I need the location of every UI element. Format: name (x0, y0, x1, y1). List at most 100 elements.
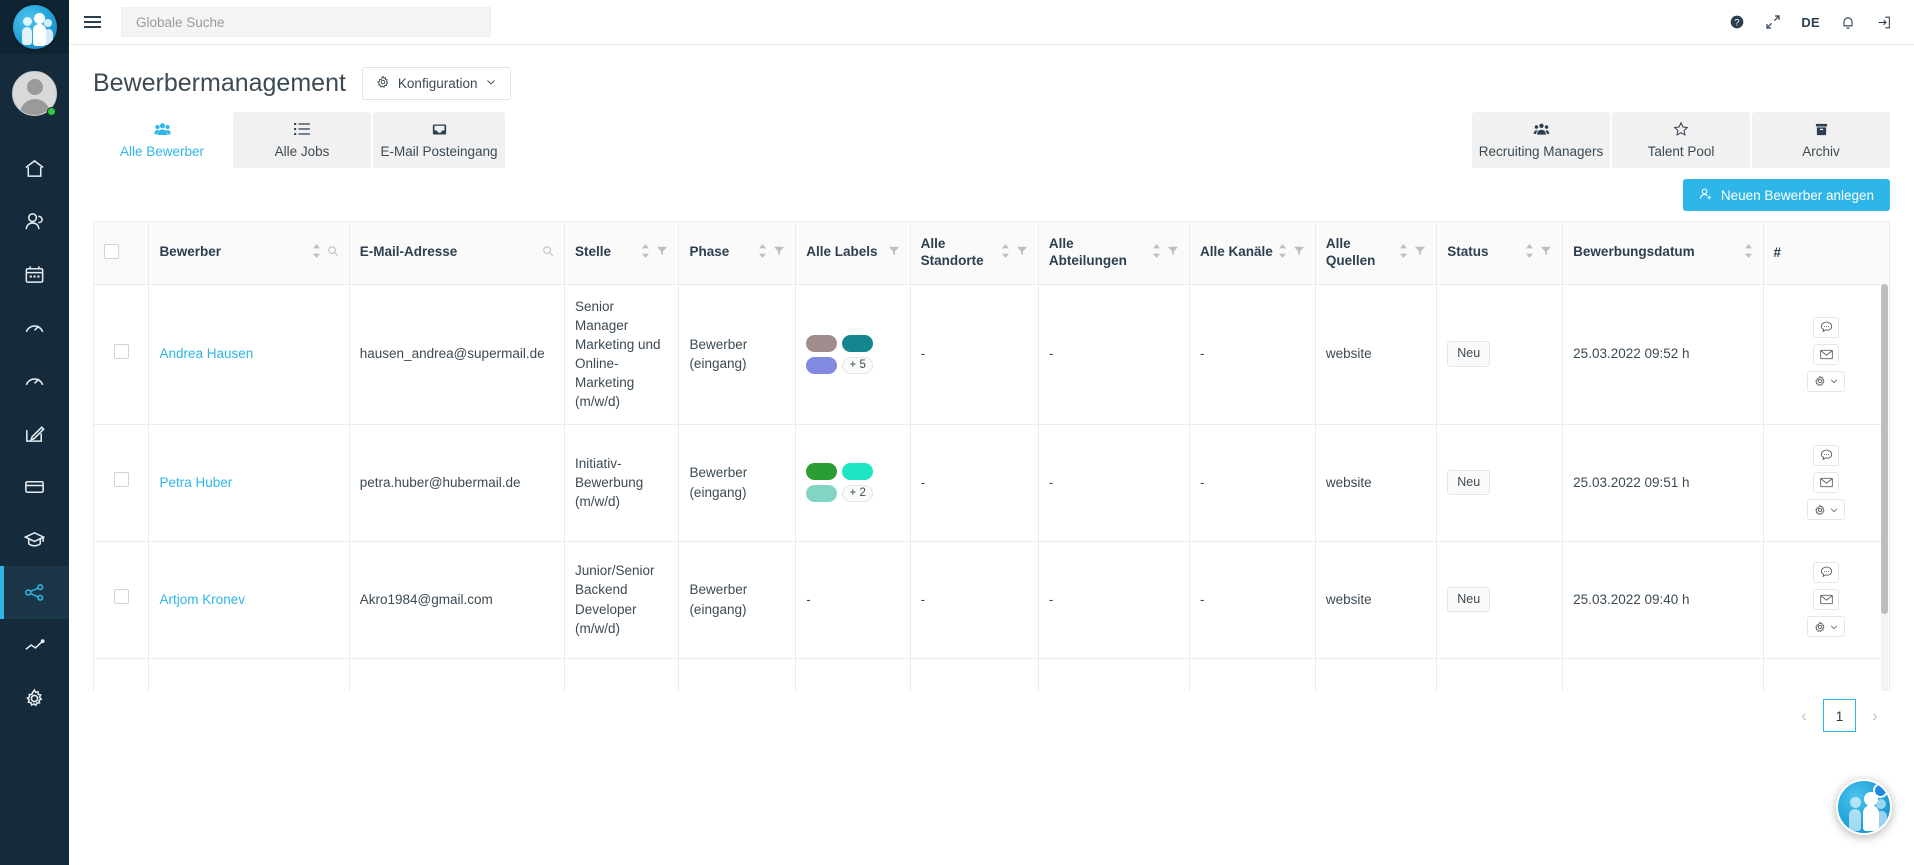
applicant-link[interactable]: Artjom Kronev (159, 592, 245, 607)
th-bewerbungsdatum: Bewerbungsdatum (1562, 222, 1764, 285)
cell-labels: + 2 (795, 424, 911, 542)
envelope-icon[interactable] (1813, 343, 1840, 365)
filter-icon[interactable] (888, 245, 900, 260)
th-label: Bewerber (159, 244, 221, 260)
pagination-next[interactable]: › (1860, 701, 1890, 731)
sidebar-item-calendar[interactable] (0, 248, 69, 301)
tab-alle-jobs[interactable]: Alle Jobs (233, 112, 371, 168)
pagination-page-1[interactable]: 1 (1823, 699, 1856, 732)
th-quellen: Alle Quellen (1315, 222, 1438, 285)
cell-actions (1763, 658, 1889, 691)
help-circle-icon[interactable]: ? (1729, 14, 1745, 30)
configuration-button[interactable]: Konfiguration (361, 67, 512, 100)
group-icon (1533, 122, 1550, 137)
row-checkbox[interactable] (113, 472, 129, 488)
cell-actions (1763, 284, 1889, 425)
cell-location: - (910, 658, 1039, 691)
sidebar-item-billing[interactable] (0, 460, 69, 513)
settings-dropdown-button[interactable] (1807, 370, 1846, 392)
label-more[interactable]: + 2 (842, 485, 874, 502)
sort-icon[interactable] (312, 244, 321, 261)
sidebar-item-dashboard[interactable] (0, 301, 69, 354)
table-row[interactable]: Artjom Kronev Akro1984@gmail.com Junior/… (94, 541, 1889, 659)
tab-archiv[interactable]: Archiv (1752, 112, 1890, 168)
filter-icon[interactable] (773, 245, 785, 260)
hamburger-icon[interactable] (79, 9, 105, 35)
settings-dropdown-button[interactable] (1807, 499, 1846, 520)
sort-icon[interactable] (1278, 244, 1287, 261)
sidebar-item-reports[interactable] (0, 619, 69, 672)
pagination: ‹ 1 › (69, 691, 1914, 732)
top-bar: ? DE (69, 0, 1914, 45)
sidebar-item-users[interactable] (0, 195, 69, 248)
search-icon[interactable] (327, 245, 339, 260)
cell-channel: - (1189, 424, 1316, 542)
filter-icon[interactable] (1414, 245, 1426, 260)
tab-label: Talent Pool (1647, 143, 1715, 159)
tab-talent-pool[interactable]: Talent Pool (1612, 112, 1750, 168)
label-more[interactable]: + 5 (842, 356, 874, 374)
table-scrollbar-thumb[interactable] (1881, 284, 1888, 614)
app-logo[interactable] (0, 0, 69, 54)
settings-dropdown-button[interactable] (1807, 616, 1846, 637)
sidebar-item-performance[interactable] (0, 354, 69, 407)
expand-icon[interactable] (1765, 14, 1781, 30)
row-checkbox[interactable] (113, 343, 129, 359)
cell-position: Senior Manager Marketing und Online- (564, 658, 680, 691)
filter-icon[interactable] (1293, 245, 1305, 260)
sort-icon[interactable] (1001, 244, 1010, 261)
table-row[interactable]: Andrea Hausen hausen_andrea@supermail.de… (94, 284, 1889, 425)
envelope-icon[interactable] (1813, 472, 1840, 493)
cell-actions (1763, 424, 1889, 542)
new-applicant-button[interactable]: Neuen Bewerber anlegen (1682, 179, 1890, 211)
applicant-link[interactable]: Petra Huber (159, 475, 232, 490)
sort-icon[interactable] (1744, 244, 1753, 261)
search-icon[interactable] (542, 245, 554, 260)
th-label: Alle Standorte (920, 235, 984, 268)
envelope-icon[interactable] (1813, 589, 1840, 610)
sidebar-item-editor[interactable] (0, 407, 69, 460)
sort-icon[interactable] (1152, 244, 1161, 261)
logout-icon[interactable] (1876, 14, 1892, 31)
cell-location: - (910, 424, 1039, 542)
pagination-prev[interactable]: ‹ (1789, 701, 1819, 731)
sort-icon[interactable] (641, 244, 650, 261)
sort-icon[interactable] (1399, 244, 1408, 261)
filter-icon[interactable] (1167, 245, 1179, 260)
avatar[interactable] (0, 54, 69, 132)
filter-icon[interactable] (656, 245, 668, 260)
chat-widget-button[interactable] (1836, 779, 1892, 835)
comment-icon[interactable] (1813, 445, 1840, 466)
tab-recruiting-managers[interactable]: Recruiting Managers (1472, 112, 1610, 168)
cell-channel: - (1189, 658, 1316, 691)
filter-icon[interactable] (1016, 245, 1028, 260)
tab-alle-bewerber[interactable]: Alle Bewerber (93, 112, 231, 168)
bell-icon[interactable] (1840, 14, 1856, 31)
sidebar-item-recruiting[interactable] (0, 566, 69, 619)
language-switch[interactable]: DE (1801, 15, 1820, 30)
global-search[interactable] (121, 7, 491, 37)
cell-position: Initiativ-Bewerbung (m/w/d) (564, 424, 680, 542)
comment-icon[interactable] (1813, 562, 1840, 583)
cell-date: 25.03.2022 09:40 h (1562, 541, 1764, 659)
th-label: # (1773, 245, 1782, 261)
sort-icon[interactable] (1525, 244, 1534, 261)
applicant-link[interactable]: Andrea Hausen (159, 346, 253, 361)
row-checkbox[interactable] (113, 589, 129, 605)
filter-icon[interactable] (1540, 245, 1552, 260)
th-bewerber: Bewerber (148, 222, 350, 285)
sidebar-item-settings[interactable] (0, 672, 69, 725)
cell-email: petra.huber@hubermail.de (349, 424, 565, 542)
sidebar-item-home[interactable] (0, 142, 69, 195)
table-row[interactable]: Valentina Müller val_mueller@web.de Seni… (94, 658, 1889, 691)
tab-label: Recruiting Managers (1478, 143, 1604, 159)
sidebar-item-learning[interactable] (0, 513, 69, 566)
tab-email-posteingang[interactable]: E-Mail Posteingang (373, 112, 505, 168)
comment-icon[interactable] (1813, 316, 1840, 338)
search-input[interactable] (134, 13, 478, 31)
sort-icon[interactable] (758, 244, 767, 261)
row-action-group (1774, 445, 1880, 520)
new-applicant-label: Neuen Bewerber anlegen (1720, 187, 1874, 203)
select-all-checkbox[interactable] (104, 243, 119, 259)
table-row[interactable]: Petra Huber petra.huber@hubermail.de Ini… (94, 424, 1889, 542)
